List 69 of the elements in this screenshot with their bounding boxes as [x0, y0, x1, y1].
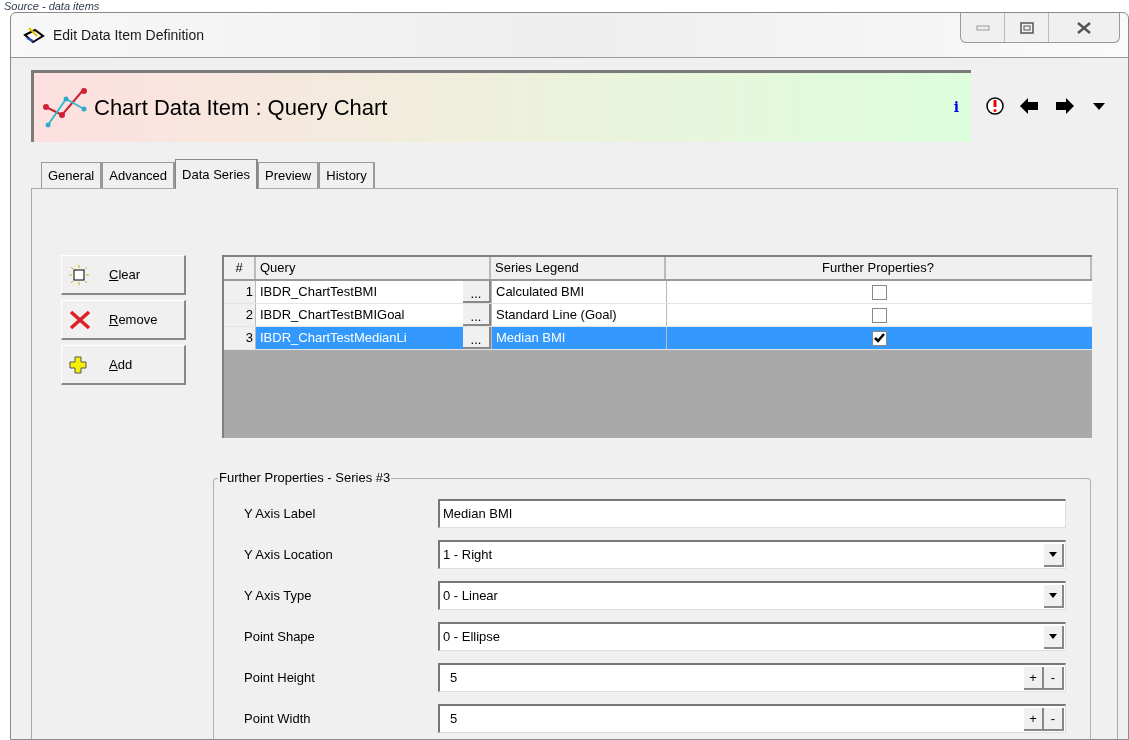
grid-row[interactable]: 1 IBDR_ChartTestBMI ... Calculated BMI — [224, 281, 1092, 304]
field-label: Y Axis Location — [244, 545, 334, 564]
dropdown[interactable]: 0 - Ellipse — [438, 622, 1066, 651]
query-cell-text: IBDR_ChartTestBMI — [259, 283, 379, 302]
browse-button[interactable]: ... — [463, 281, 491, 303]
row-number: 2 — [224, 304, 256, 326]
maximize-icon — [1019, 21, 1034, 34]
checkbox[interactable] — [872, 307, 887, 323]
decrement-button[interactable]: - — [1044, 707, 1064, 731]
tab[interactable]: General — [41, 162, 103, 188]
column-header[interactable]: # — [224, 257, 256, 279]
field-label: Point Shape — [244, 627, 316, 646]
legend-cell: Standard Line (Goal) — [491, 304, 666, 326]
query-cell-text: IBDR_ChartTestMedianLi — [259, 329, 408, 348]
cross-icon — [69, 309, 91, 330]
field-label: Point Width — [244, 709, 312, 728]
caret-icon — [1049, 592, 1057, 598]
remove-button[interactable]: Remove — [61, 300, 186, 340]
field-label: Y Axis Type — [244, 586, 313, 605]
minimize-icon — [975, 24, 990, 31]
row-number: 3 — [224, 327, 256, 349]
dropdown-arrow-button[interactable] — [1044, 625, 1064, 649]
line-chart-icon — [42, 86, 90, 129]
back-arrow-icon[interactable] — [1019, 97, 1039, 115]
spin-field[interactable]: 5 + - — [438, 663, 1066, 692]
input-field[interactable]: Median BMI — [438, 499, 1066, 528]
clear-button[interactable]: Clear — [61, 255, 186, 295]
field-label: Point Height — [244, 668, 316, 687]
checkbox[interactable] — [872, 284, 887, 300]
plus-icon — [69, 355, 87, 374]
column-header[interactable]: Further Properties? — [666, 257, 1092, 279]
window-title: Edit Data Item Definition — [53, 25, 204, 45]
forward-arrow-icon[interactable] — [1055, 97, 1075, 115]
caption: Source - data items — [3, 0, 101, 12]
dropdown-caret-icon[interactable] — [1093, 102, 1105, 110]
dropdown-arrow-button[interactable] — [1044, 584, 1064, 608]
dropdown[interactable]: 0 - Linear — [438, 581, 1066, 610]
column-header[interactable]: Series Legend — [491, 257, 666, 279]
row-number: 1 — [224, 281, 256, 303]
dropdown-arrow-button[interactable] — [1044, 543, 1064, 567]
info-link[interactable]: i — [953, 97, 959, 118]
grid-row[interactable]: 3 IBDR_ChartTestMedianLi ... Median BMI — [224, 327, 1092, 350]
increment-button[interactable]: + — [1024, 707, 1044, 731]
legend-cell: Median BMI — [491, 327, 666, 349]
close-icon — [1076, 21, 1092, 34]
field-label: Y Axis Label — [244, 504, 317, 523]
query-cell-text: IBDR_ChartTestBMIGoal — [259, 306, 406, 325]
tab[interactable]: Preview — [258, 162, 320, 188]
header-title: Chart Data Item : Query Chart — [94, 94, 388, 122]
group-title: Further Properties - Series #3 — [218, 470, 392, 486]
tab[interactable]: Advanced — [102, 162, 176, 188]
spin-field[interactable]: 5 + - — [438, 704, 1066, 733]
column-header[interactable]: Query — [256, 257, 491, 279]
dropdown[interactable]: 1 - Right — [438, 540, 1066, 569]
increment-button[interactable]: + — [1024, 666, 1044, 690]
notepad-pencil-icon — [23, 26, 45, 44]
browse-button[interactable]: ... — [463, 327, 491, 349]
browse-button[interactable]: ... — [463, 304, 491, 326]
dashed-square-icon — [69, 264, 89, 285]
add-button[interactable]: Add — [61, 345, 186, 385]
decrement-button[interactable]: - — [1044, 666, 1064, 690]
grid-row[interactable]: 2 IBDR_ChartTestBMIGoal ... Standard Line (Goal) — [224, 304, 1092, 327]
checkbox[interactable] — [872, 330, 887, 346]
tab[interactable]: Data Series — [175, 159, 258, 189]
legend-cell: Calculated BMI — [491, 281, 666, 303]
alert-icon[interactable] — [985, 96, 1005, 116]
caret-icon — [1049, 633, 1057, 639]
caret-icon — [1049, 551, 1057, 557]
tab[interactable]: History — [319, 162, 375, 188]
